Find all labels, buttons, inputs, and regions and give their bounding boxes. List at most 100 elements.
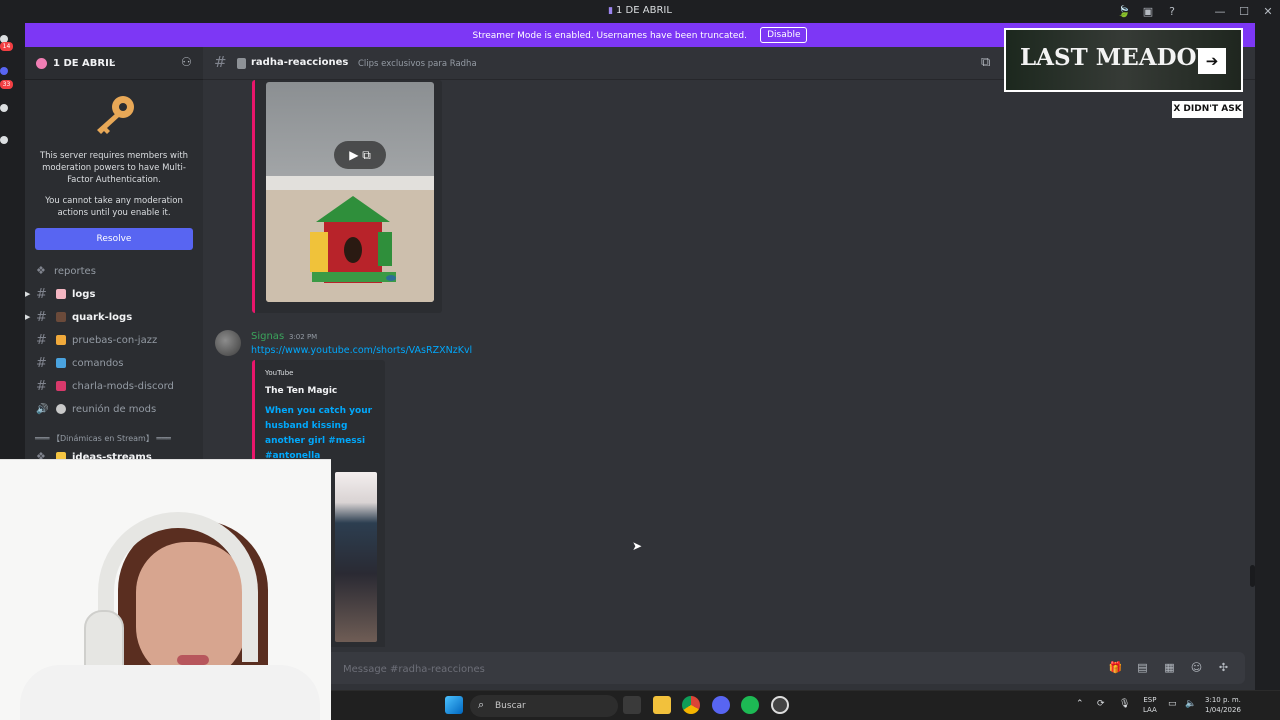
video-embed: ▶ ⧉ <box>252 80 442 313</box>
emoji-icon[interactable]: ☺ <box>1183 661 1210 674</box>
sticker-icon[interactable]: ▦ <box>1156 661 1183 674</box>
video-thumbnail[interactable]: ▶ ⧉ <box>266 82 434 302</box>
server-header[interactable]: 1 DE ABRIL ⌄ ⚇ <box>25 47 203 80</box>
threads-icon[interactable]: ⧉ <box>981 55 990 70</box>
channel-label: quark-logs <box>72 312 133 323</box>
unread-indicator: ▶ <box>25 313 31 321</box>
apps-icon[interactable]: ✣ <box>1210 661 1237 674</box>
microphone-icon[interactable]: 🎙 <box>1119 699 1130 709</box>
taskbar-search[interactable]: ⌕ Buscar <box>470 695 618 717</box>
screen: ▮ 1 DE ABRIL 🍃 ▣ ? — ☐ ✕ 14 33 Streamer M… <box>0 0 1280 720</box>
search-label: Buscar <box>495 701 526 711</box>
embed-thumbnail[interactable] <box>335 472 377 642</box>
message-composer: Message #radha-reacciones 🎁 ▤ ▦ ☺ ✣ <box>203 647 1255 690</box>
task-view-icon[interactable] <box>623 696 641 714</box>
last-meadow-overlay: LAST MEADOW ➔ <box>1004 28 1243 92</box>
message-timestamp: 3:02 PM <box>289 333 318 341</box>
window-title: ▮ 1 DE ABRIL <box>608 5 672 16</box>
titlebar-controls: 🍃 ▣ ? — ☐ ✕ <box>1112 0 1280 23</box>
channel-pruebas-con-jazz[interactable]: # pruebas-con-jazz <box>25 331 203 351</box>
speaker-icon: 🔊 <box>36 404 49 415</box>
server-icon[interactable] <box>0 67 8 75</box>
channel-comandos[interactable]: # comandos <box>25 354 203 374</box>
avatar[interactable] <box>215 330 241 356</box>
mention-badge: 33 <box>0 80 13 89</box>
channel-logs[interactable]: ▶ # logs <box>25 285 203 305</box>
channel-topic[interactable]: Clips exclusivos para Radha <box>358 59 477 69</box>
gift-icon[interactable]: 🎁 <box>1102 661 1129 674</box>
gif-icon[interactable]: ▤ <box>1129 661 1156 674</box>
server-emoji-icon <box>36 58 47 69</box>
message-link[interactable]: https://www.youtube.com/shorts/VAsRZXNzK… <box>251 345 472 356</box>
webcam-overlay <box>0 459 331 720</box>
channel-label: reportes <box>54 266 96 277</box>
forum-icon: ❖ <box>36 264 46 277</box>
network-icon[interactable]: ▭ <box>1168 699 1177 709</box>
message-input[interactable]: Message #radha-reacciones 🎁 ▤ ▦ ☺ ✣ <box>213 652 1245 684</box>
resolve-button[interactable]: Resolve <box>35 228 193 250</box>
mfa-warning: You cannot take any moderation actions u… <box>45 196 183 218</box>
embed-author[interactable]: The Ten Magic <box>265 386 337 396</box>
play-button[interactable]: ▶ ⧉ <box>334 141 386 169</box>
server-name: 1 DE ABRIL <box>53 58 116 69</box>
add-server-icon[interactable] <box>0 104 8 112</box>
leaf-icon[interactable]: 🍃 <box>1112 5 1136 18</box>
chrome-icon[interactable] <box>682 696 700 714</box>
hashtag-icon: # <box>36 379 47 394</box>
chevron-down-icon: ⌄ <box>109 56 117 66</box>
embed-title[interactable]: When you catch your husband kissing anot… <box>265 404 380 464</box>
obs-icon[interactable] <box>771 696 789 714</box>
windows-start-icon[interactable] <box>445 696 463 714</box>
scrollbar-thumb[interactable] <box>1250 565 1255 587</box>
webcam-lips <box>177 655 209 665</box>
banner-text: Streamer Mode is enabled. Usernames have… <box>472 31 748 41</box>
explore-icon[interactable] <box>0 136 8 144</box>
key-icon <box>97 96 134 134</box>
channel-reunion-de-mods[interactable]: 🔊 reunión de mods <box>25 400 203 420</box>
file-explorer-icon[interactable] <box>653 696 671 714</box>
category-header[interactable]: ═══ 【Dinámicas en Stream】 ═══ <box>35 433 171 444</box>
language-indicator[interactable]: ESP LAA <box>1143 695 1157 715</box>
spotify-icon[interactable] <box>741 696 759 714</box>
channel-emoji-icon <box>56 381 66 391</box>
channel-label: charla-mods-discord <box>72 381 174 392</box>
composer-actions: 🎁 ▤ ▦ ☺ ✣ <box>1102 661 1237 674</box>
channel-label: pruebas-con-jazz <box>72 335 158 346</box>
system-clock[interactable]: 3:10 p. m. 1/04/2026 <box>1205 695 1241 715</box>
beach-playhouse-image <box>266 176 434 302</box>
invite-people-icon[interactable]: ⚇ <box>181 55 192 69</box>
chevron-up-icon[interactable]: ⌃ <box>1076 699 1084 709</box>
channel-label: comandos <box>72 358 124 369</box>
channel-charla-mods-discord[interactable]: # charla-mods-discord <box>25 377 203 397</box>
close-icon[interactable]: ✕ <box>1256 5 1280 18</box>
mfa-message: This server requires members with modera… <box>39 151 189 185</box>
channel-quark-logs[interactable]: ▶ # quark-logs <box>25 308 203 328</box>
message-author[interactable]: Signas <box>251 331 284 342</box>
channel-emoji-icon <box>56 289 66 299</box>
overlay-title: LAST MEADOW <box>1020 44 1223 71</box>
hashtag-icon: # <box>36 287 47 302</box>
hashtag-icon: # <box>214 53 227 71</box>
channel-emoji-icon <box>56 335 66 345</box>
channel-emoji-icon <box>56 404 66 414</box>
channel-emoji-icon <box>56 312 66 322</box>
mouse-cursor-icon: ➤ <box>632 539 643 553</box>
channel-reportes[interactable]: ❖ reportes <box>25 262 203 282</box>
window-titlebar: ▮ 1 DE ABRIL 🍃 ▣ ? — ☐ ✕ <box>0 0 1280 23</box>
message-list: ▶ ⧉ Signas 3:02 PM https://www.youtube.c… <box>203 80 1255 647</box>
discord-icon[interactable] <box>712 696 730 714</box>
hashtag-icon: # <box>36 356 47 371</box>
minimize-icon[interactable]: — <box>1208 5 1232 18</box>
inbox-icon[interactable]: ▣ <box>1136 5 1160 18</box>
volume-icon[interactable]: 🔈 <box>1185 699 1196 709</box>
channel-label: reunión de mods <box>72 404 157 415</box>
disable-button[interactable]: Disable <box>760 27 808 43</box>
arrow-right-icon: ➔ <box>1198 48 1226 74</box>
hashtag-icon: # <box>36 310 47 325</box>
help-icon[interactable]: ? <box>1160 5 1184 18</box>
channel-emoji-icon <box>237 58 246 69</box>
input-placeholder: Message #radha-reacciones <box>343 664 485 675</box>
embed-provider[interactable]: YouTube <box>265 369 293 377</box>
sync-icon[interactable]: ⟳ <box>1097 699 1105 709</box>
maximize-icon[interactable]: ☐ <box>1232 5 1256 18</box>
